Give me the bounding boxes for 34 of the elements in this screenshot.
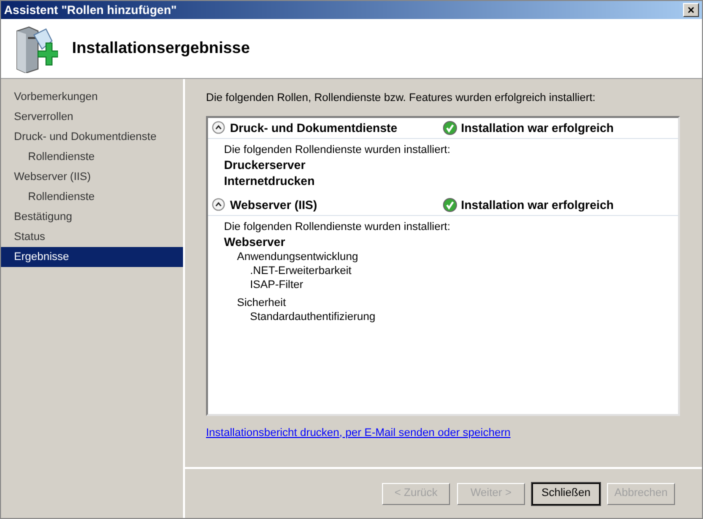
sidebar-item[interactable]: Serverrollen xyxy=(1,107,183,127)
installed-note: Die folgenden Rollendienste wurden installiert: xyxy=(224,220,452,234)
role-title: Druck- und Dokumentdienste xyxy=(230,120,398,136)
sidebar-item[interactable]: Rollendienste xyxy=(1,147,183,167)
installed-item: Sicherheit xyxy=(236,296,287,310)
sidebar-item[interactable]: Ergebnisse xyxy=(1,247,183,267)
sidebar-item[interactable]: Vorbemerkungen xyxy=(1,87,183,107)
collapse-icon[interactable] xyxy=(212,121,225,134)
installed-item: ISAP-Filter xyxy=(249,278,304,292)
report-link[interactable]: Installationsbericht drucken, per E-Mail senden oder speichern xyxy=(206,424,680,441)
sidebar-item[interactable]: Druck- und Dokumentdienste xyxy=(1,127,183,147)
sidebar-item[interactable]: Rollendienste xyxy=(1,187,183,207)
dialog-button[interactable]: Schließen xyxy=(532,482,600,504)
status-text: Installation war erfolgreich xyxy=(461,120,614,136)
installed-note: Die folgenden Rollendienste wurden installiert: xyxy=(224,142,452,156)
status-text: Installation war erfolgreich xyxy=(461,196,614,214)
page-heading: Installationsergebnisse xyxy=(72,38,250,58)
sidebar-item[interactable]: Bestätigung xyxy=(1,207,183,227)
intro-text: Die folgenden Rollen, Rollendienste bzw. Features wurden erfolgreich installiert: xyxy=(206,91,596,106)
check-icon xyxy=(443,198,457,212)
close-button[interactable]: × xyxy=(683,3,699,17)
installed-item: Internetdrucken xyxy=(224,172,316,188)
installed-item: .NET-Erweiterbarkeit xyxy=(249,264,352,278)
installed-item: Anwendungsentwicklung xyxy=(236,250,360,264)
installed-item: Standardauthentifizierung xyxy=(249,310,376,324)
installed-item: Webserver xyxy=(224,234,286,250)
role-title: Webserver (IIS) xyxy=(230,196,318,214)
server-icon xyxy=(14,24,58,72)
check-icon xyxy=(443,120,457,134)
collapse-icon[interactable] xyxy=(212,198,225,211)
sidebar-item[interactable]: Webserver (IIS) xyxy=(1,167,183,187)
window-title: Assistent "Rollen hinzufügen" xyxy=(4,2,177,19)
installed-item: Druckerserver xyxy=(224,156,306,172)
sidebar-item[interactable]: Status xyxy=(1,227,183,247)
